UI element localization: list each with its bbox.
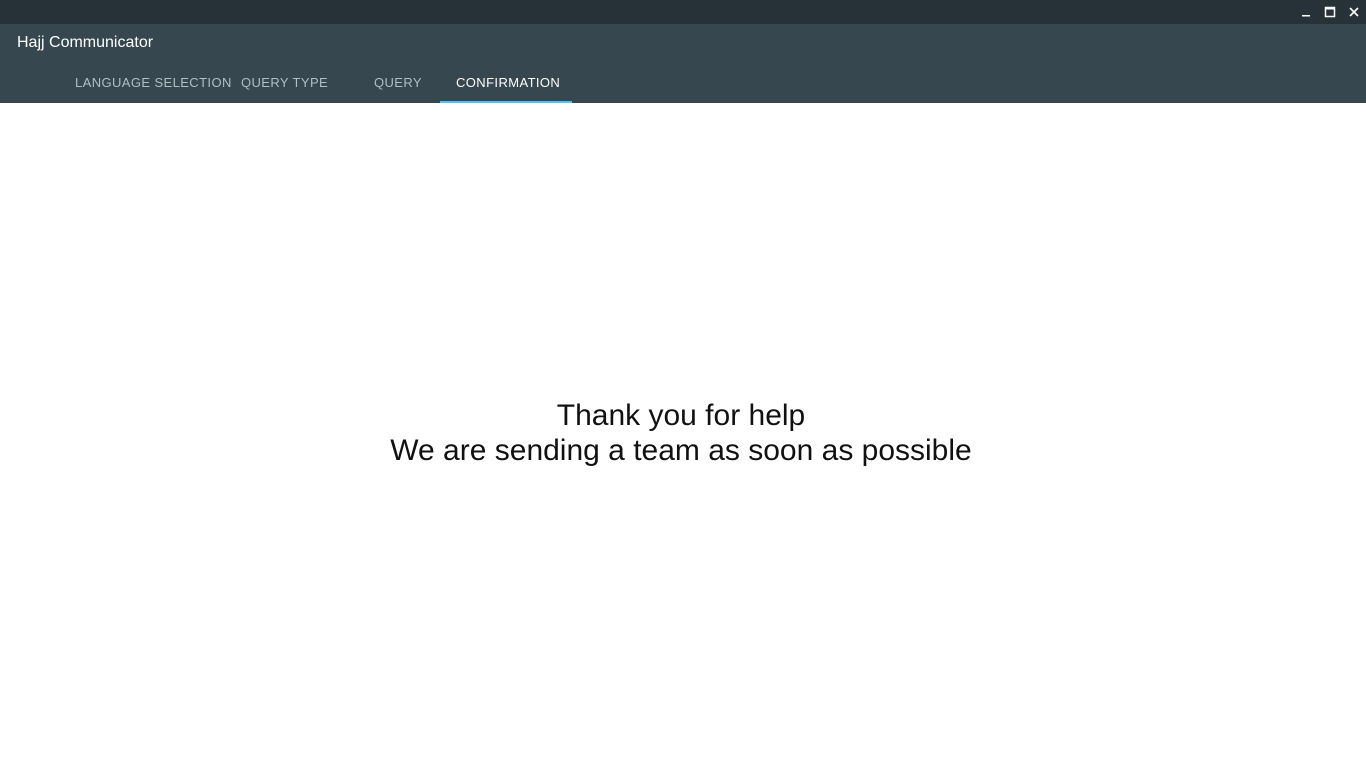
maximize-icon	[1324, 6, 1336, 18]
window-controls	[1294, 0, 1366, 24]
app-bar: Hajj Communicator LANGUAGE SELECTION QUE…	[0, 24, 1366, 103]
tab-label: QUERY TYPE	[241, 75, 329, 90]
tab-query-type[interactable]: QUERY TYPE	[221, 62, 333, 103]
tab-language-selection[interactable]: LANGUAGE SELECTION	[59, 62, 231, 103]
tab-confirmation[interactable]: CONFIRMATION	[440, 62, 572, 103]
tab-label: CONFIRMATION	[456, 75, 561, 90]
minimize-button[interactable]	[1294, 0, 1318, 24]
confirmation-line-1: Thank you for help	[556, 399, 806, 432]
tab-bar: LANGUAGE SELECTION QUERY TYPE QUERY CONF…	[59, 62, 572, 103]
window-titlebar	[0, 0, 1366, 24]
maximize-button[interactable]	[1318, 0, 1342, 24]
tab-label: QUERY	[374, 75, 422, 90]
close-icon	[1349, 7, 1359, 17]
confirmation-line-2: We are sending a team as soon as possibl…	[390, 434, 972, 467]
tab-label: LANGUAGE SELECTION	[75, 75, 232, 90]
confirmation-message: Thank you for help We are sending a team…	[0, 398, 1362, 468]
app-title: Hajj Communicator	[17, 34, 154, 51]
minimize-icon	[1302, 15, 1310, 17]
close-button[interactable]	[1342, 0, 1366, 24]
tab-query[interactable]: QUERY	[333, 62, 440, 103]
confirmation-panel: Thank you for help We are sending a team…	[0, 103, 1366, 768]
